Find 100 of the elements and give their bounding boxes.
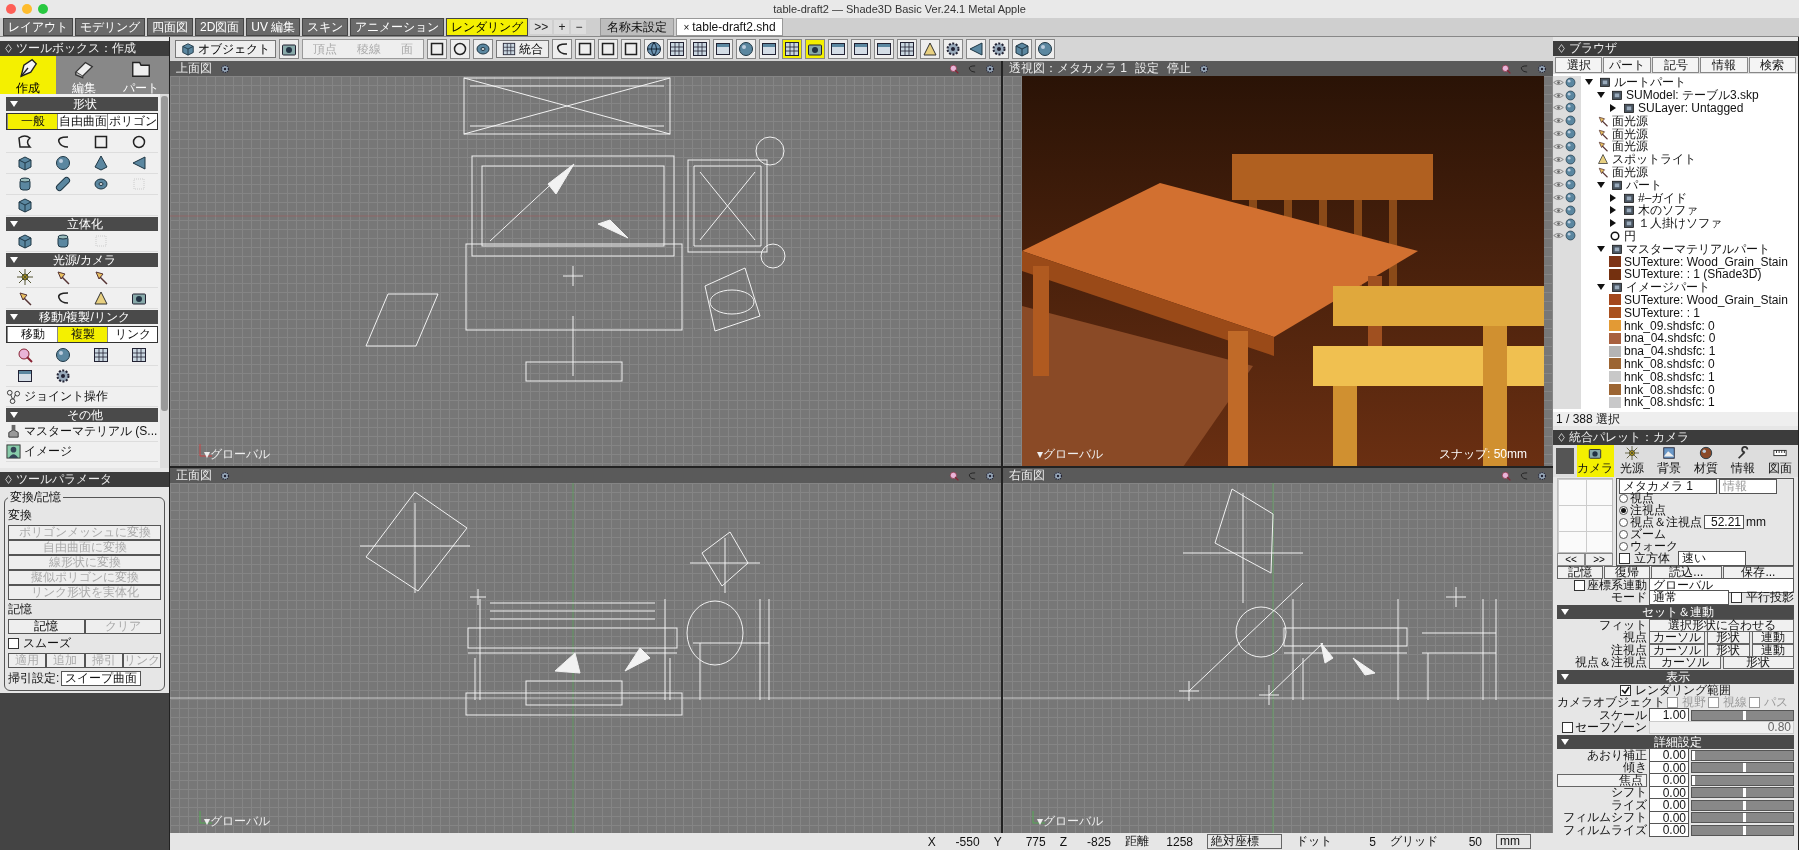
tree-item[interactable]: SUTexture: : 1 (Shade3D) xyxy=(1581,267,1762,281)
expanded-arrow-icon[interactable] xyxy=(1597,180,1605,189)
radio-button[interactable] xyxy=(1619,505,1628,515)
slider-handle[interactable] xyxy=(1742,763,1746,773)
expanded-arrow-icon[interactable] xyxy=(1597,283,1605,292)
toolbox-tab[interactable]: 編集 xyxy=(56,56,113,94)
radio-button[interactable] xyxy=(1619,529,1628,539)
focus-button[interactable]: 焦点 xyxy=(1557,773,1647,787)
checkbox[interactable] xyxy=(1620,684,1631,696)
toolbar-button[interactable] xyxy=(759,39,779,59)
browser-menu[interactable]: 記号 xyxy=(1651,57,1700,73)
segment-button[interactable]: 一般 xyxy=(7,114,57,129)
tab-control-button[interactable]: + xyxy=(554,20,570,34)
viewport-menu[interactable]: 設定 xyxy=(1135,61,1159,77)
document-tab[interactable]: × table-draft2.shd xyxy=(676,18,783,36)
toolbar-button[interactable] xyxy=(552,39,572,59)
slider-handle[interactable] xyxy=(1692,775,1695,785)
toolbar-button[interactable] xyxy=(874,39,894,59)
segment-button[interactable]: ポリゴン xyxy=(107,114,157,129)
tree-item[interactable]: 面光源 xyxy=(1581,127,1648,140)
visibility-cell[interactable] xyxy=(1553,178,1581,192)
tree-item[interactable]: SUTexture: : 1 xyxy=(1581,306,1701,320)
toolbar-button[interactable] xyxy=(279,39,299,59)
tool-item[interactable]: ジョイント操作 xyxy=(6,387,158,407)
viewport-canvas[interactable]: ▾グローバル xyxy=(170,76,1001,466)
value-field[interactable]: 0.00 xyxy=(1649,748,1689,763)
mode-tab[interactable]: レンダリング xyxy=(446,18,529,36)
toolbar-button[interactable] xyxy=(667,39,687,59)
object-menu-button[interactable]: オブジェクト xyxy=(175,40,276,58)
menu-button[interactable]: 復帰 xyxy=(1603,566,1650,579)
tree-item[interactable]: 木のソファ xyxy=(1581,203,1698,217)
checkbox[interactable] xyxy=(1574,579,1585,591)
tree-item[interactable]: hnk_08.shdsfc: 1 xyxy=(1581,395,1715,409)
collapsed-arrow-icon[interactable] xyxy=(1609,193,1617,202)
expanded-arrow-icon[interactable] xyxy=(1561,738,1569,746)
tree-item[interactable]: パート xyxy=(1581,178,1662,192)
scrollbar[interactable] xyxy=(160,94,169,468)
tree-item[interactable]: 面光源 xyxy=(1581,114,1648,128)
toolbar-button[interactable] xyxy=(690,39,710,59)
toolbox-tab[interactable]: パート xyxy=(112,56,169,94)
toolbar-button[interactable] xyxy=(920,39,940,59)
tree-item[interactable]: bna_04.shdsfc: 1 xyxy=(1581,344,1716,358)
browser-menu[interactable]: 情報 xyxy=(1700,57,1748,73)
viewport-menu[interactable]: 停止 xyxy=(1167,61,1191,77)
speed-dropdown[interactable]: 速い xyxy=(1678,550,1746,566)
memory-button[interactable]: 記憶 xyxy=(8,619,85,634)
merge-button[interactable]: 統合 xyxy=(496,40,549,58)
close-tab-button[interactable]: × xyxy=(683,21,690,33)
viewport-canvas[interactable]: ▾グローバル スナップ: 50mm xyxy=(1003,76,1553,466)
mode-tab[interactable]: アニメーション xyxy=(350,18,445,36)
slider-handle[interactable] xyxy=(1742,788,1746,798)
toolbar-button[interactable] xyxy=(473,39,493,59)
toolbox-tab[interactable]: 作成 xyxy=(0,56,57,94)
toolbar-button[interactable] xyxy=(644,39,664,59)
radio-button[interactable] xyxy=(1619,541,1628,551)
tree-item[interactable]: hnk_09.shdsfc: 0 xyxy=(1581,319,1715,332)
expanded-arrow-icon[interactable] xyxy=(10,256,18,264)
coordinate-mode-dropdown[interactable]: 絶対座標 xyxy=(1207,834,1282,849)
viewport[interactable]: 上面図 ▾グローバル xyxy=(170,61,1001,466)
section-header[interactable]: 光源/カメラ xyxy=(6,253,158,267)
mode-tab[interactable]: レイアウト xyxy=(3,18,73,36)
segment-button[interactable]: 自由曲面 xyxy=(57,114,107,129)
set-button[interactable]: カーソル xyxy=(1649,631,1705,645)
slider-handle[interactable] xyxy=(1742,800,1746,810)
expanded-arrow-icon[interactable] xyxy=(1561,673,1569,681)
toolbar-button[interactable] xyxy=(736,39,756,59)
browser-menu[interactable]: 選択 xyxy=(1555,57,1603,73)
expanded-arrow-icon[interactable] xyxy=(10,313,18,321)
tree-item[interactable]: hnk_08.shdsfc: 0 xyxy=(1581,383,1715,396)
menu-button[interactable]: 記憶 xyxy=(1557,566,1603,579)
visibility-cell[interactable] xyxy=(1553,76,1581,89)
set-button[interactable]: カーソル xyxy=(1649,656,1721,670)
checkbox[interactable] xyxy=(1749,697,1760,709)
palette-tab[interactable]: 情報 xyxy=(1724,445,1762,477)
segment-button[interactable]: 移動 xyxy=(7,327,57,342)
tree-item[interactable]: マスターマテリアルパート xyxy=(1581,242,1770,256)
section-header[interactable]: 表示 xyxy=(1557,670,1794,684)
tree-item[interactable]: bna_04.shdsfc: 0 xyxy=(1581,331,1716,345)
radio-button[interactable] xyxy=(1619,517,1628,527)
tree-item[interactable]: SULayer: Untagged xyxy=(1581,101,1744,115)
tab-control-button[interactable]: >> xyxy=(530,20,553,34)
camera-nav-button[interactable]: << xyxy=(1557,553,1585,566)
camera-nav-button[interactable]: >> xyxy=(1585,553,1613,566)
checkbox[interactable] xyxy=(1667,697,1678,709)
coordinate-dropdown[interactable]: ▾グローバル xyxy=(1037,813,1104,830)
tree-item[interactable]: SUModel: テーブル3.skp xyxy=(1581,88,1759,102)
slider-handle[interactable] xyxy=(1742,813,1746,823)
section-header[interactable]: 詳細設定 xyxy=(1557,735,1794,749)
tab-control-button[interactable]: − xyxy=(571,20,587,34)
set-button[interactable]: 形状 xyxy=(1722,656,1794,670)
value-field[interactable]: 0.00 xyxy=(1649,823,1689,838)
safe-zone-field[interactable]: 0.80 xyxy=(1649,721,1794,735)
tool-item[interactable]: イメージ xyxy=(6,442,158,462)
unit-dropdown[interactable]: mm xyxy=(1496,834,1531,849)
toolbar-button[interactable] xyxy=(943,39,963,59)
expanded-arrow-icon[interactable] xyxy=(10,411,18,419)
checkbox[interactable] xyxy=(1562,722,1573,734)
section-header[interactable]: セット＆連動 xyxy=(1557,605,1794,619)
tree-item[interactable]: 円 xyxy=(1581,229,1636,243)
checkbox[interactable] xyxy=(1708,697,1719,709)
